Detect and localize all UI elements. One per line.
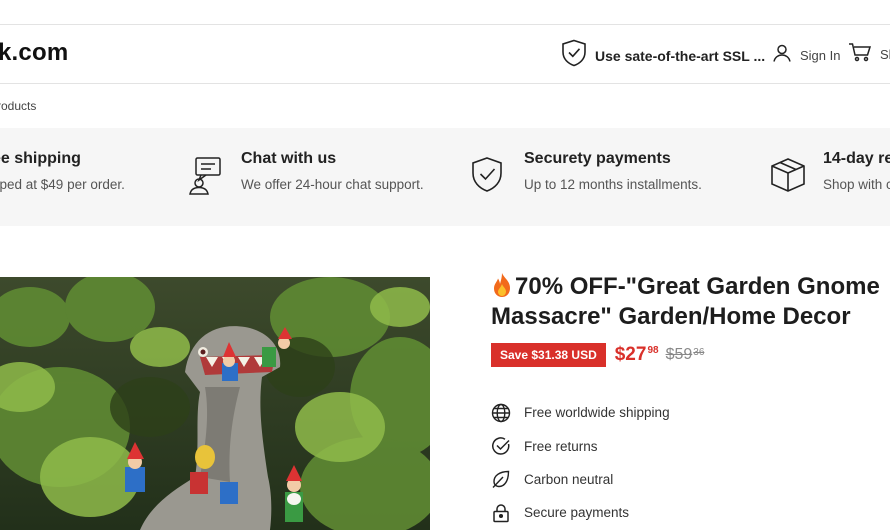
leaf-icon: [491, 469, 511, 489]
original-price: $59 36: [666, 346, 705, 364]
shield-check-icon: [470, 156, 510, 196]
feature-title: Securety payments: [524, 150, 671, 167]
product-image[interactable]: [0, 277, 430, 530]
save-badge: Save $31.38 USD: [491, 343, 606, 367]
current-price-main: $27: [614, 344, 647, 365]
benefit-label: Free returns: [524, 438, 598, 454]
ssl-notice: Use sate-of-the-art SSL ...: [561, 39, 765, 72]
site-header: k.com Use sate-of-the-art SSL ... Sign I…: [0, 25, 890, 84]
feature-desc: Shop with c: [823, 177, 890, 192]
user-icon: [772, 43, 792, 68]
breadcrumb[interactable]: roducts: [0, 99, 36, 113]
feature-desc: pped at $49 per order.: [0, 177, 125, 192]
box-icon: [769, 156, 809, 196]
feature-security: Securety payments Up to 12 months instal…: [470, 150, 702, 196]
cart-icon: [848, 42, 872, 67]
current-price: $27 98: [615, 344, 659, 366]
sign-in-label: Sign In: [800, 48, 841, 63]
check-circle-icon: [491, 436, 511, 456]
price-row: Save $31.38 USD $27 98 $59 36: [491, 343, 704, 367]
top-announcement-strip: [0, 0, 890, 25]
sign-in-link[interactable]: Sign In: [772, 43, 840, 68]
original-price-main: $59: [665, 346, 693, 363]
current-price-cents: 98: [647, 345, 659, 356]
site-logo[interactable]: k.com: [0, 39, 68, 67]
feature-returns: 14-day re Shop with c: [769, 150, 890, 196]
benefit-item: Free returns: [491, 429, 670, 462]
benefit-item: Free worldwide shipping: [491, 396, 670, 429]
ssl-notice-text: Use sate-of-the-art SSL ...: [595, 47, 766, 64]
benefit-label: Free worldwide shipping: [524, 405, 670, 421]
chat-icon: [187, 156, 227, 196]
feature-desc: Up to 12 months installments.: [524, 177, 702, 192]
benefit-label: Carbon neutral: [524, 471, 614, 487]
benefit-label: Secure payments: [524, 505, 630, 521]
features-bar: ee shipping pped at $49 per order. Chat …: [0, 128, 890, 226]
lock-icon: [491, 503, 511, 523]
cart-label: Sh: [880, 47, 890, 62]
benefits-list: Free worldwide shipping Free returns Car…: [491, 396, 670, 530]
globe-icon: [491, 403, 511, 423]
feature-shipping: ee shipping pped at $49 per order.: [0, 150, 125, 192]
benefit-item: Carbon neutral: [491, 463, 670, 496]
cart-link[interactable]: Sh: [848, 42, 890, 67]
shield-check-icon: [561, 39, 587, 72]
benefit-item: Secure payments: [491, 496, 670, 529]
original-price-cents: 36: [693, 347, 705, 358]
feature-title: 14-day re: [823, 150, 890, 167]
feature-desc: We offer 24-hour chat support.: [241, 177, 424, 192]
feature-chat: Chat with us We offer 24-hour chat suppo…: [187, 150, 424, 196]
fire-icon: [491, 272, 513, 298]
product-title-text: 70% OFF-"Great Garden Gnome Massacre" Ga…: [491, 273, 880, 330]
feature-title: Chat with us: [241, 150, 337, 167]
product-title: 70% OFF-"Great Garden Gnome Massacre" Ga…: [491, 272, 890, 332]
feature-title: ee shipping: [0, 150, 81, 167]
